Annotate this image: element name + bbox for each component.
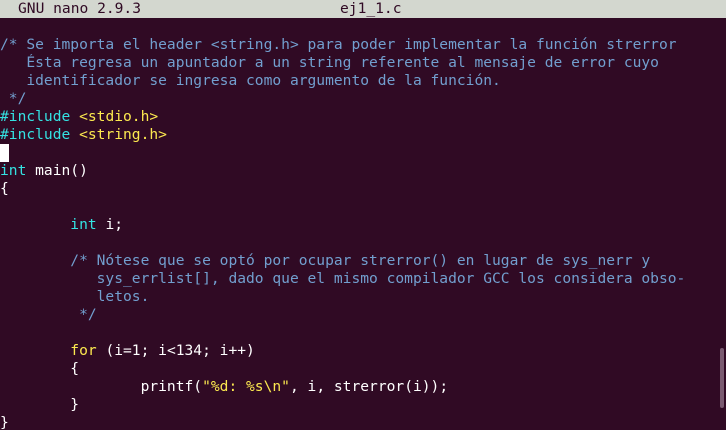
type-keyword: int xyxy=(0,162,27,179)
code-line: int main() xyxy=(0,162,712,180)
include-path: <stdio.h> xyxy=(70,108,159,125)
scrollbar[interactable] xyxy=(714,18,726,430)
code-line: /* Nótese que se optó por ocupar strerro… xyxy=(0,252,712,270)
preprocessor-directive: #include xyxy=(0,108,71,125)
code-line: { xyxy=(0,360,712,378)
editor-buffer[interactable]: /* Se importa el header <string.h> para … xyxy=(0,36,712,430)
code-text: , i, strerror(i)); xyxy=(289,378,449,395)
comment-text: /* Se importa el header <string.h> para … xyxy=(0,36,677,53)
comment-text: /* Nótese que se optó por ocupar strerro… xyxy=(0,252,651,269)
code-text: i; xyxy=(96,216,124,233)
code-text: { xyxy=(0,360,80,377)
code-line: Ésta regresa un apuntador a un string re… xyxy=(0,54,712,72)
scrollbar-thumb[interactable] xyxy=(720,348,724,408)
code-line: sys_errlist[], dado que el mismo compila… xyxy=(0,270,712,288)
cursor-line xyxy=(0,144,712,162)
code-line: } xyxy=(0,396,712,414)
code-line: */ xyxy=(0,90,712,108)
comment-text: identificador se ingresa como argumento … xyxy=(0,72,501,89)
code-text: } xyxy=(0,414,9,430)
comment-text: */ xyxy=(0,306,97,323)
code-line: int i; xyxy=(0,216,712,234)
code-text: { xyxy=(0,180,9,197)
string-literal: "%d: %s\n" xyxy=(202,378,290,395)
include-path: <string.h> xyxy=(70,126,167,143)
for-keyword: for xyxy=(70,342,97,359)
app-version-label: GNU nano 2.9.3 xyxy=(18,0,142,17)
code-line: } xyxy=(0,414,712,430)
code-line: letos. xyxy=(0,288,712,306)
preprocessor-directive: #include xyxy=(0,126,71,143)
code-line: */ xyxy=(0,306,712,324)
code-line: for (i=1; i<134; i++) xyxy=(0,342,712,360)
comment-text: sys_errlist[], dado que el mismo compila… xyxy=(0,270,686,287)
nano-titlebar: GNU nano 2.9.3 ej1_1.c xyxy=(0,0,726,18)
code-text: } xyxy=(0,396,80,413)
filename-label: ej1_1.c xyxy=(340,0,402,17)
code-line: #include <string.h> xyxy=(0,126,712,144)
code-line: identificador se ingresa como argumento … xyxy=(0,72,712,90)
code-line: { xyxy=(0,180,712,198)
code-text: printf( xyxy=(0,378,203,395)
comment-text: letos. xyxy=(0,288,150,305)
comment-text: Ésta regresa un apuntador a un string re… xyxy=(0,54,659,71)
text-cursor xyxy=(0,144,9,162)
comment-text: */ xyxy=(0,90,27,107)
code-text: main() xyxy=(26,162,88,179)
code-line: printf("%d: %s\n", i, strerror(i)); xyxy=(0,378,712,396)
code-line: #include <stdio.h> xyxy=(0,108,712,126)
code-text: (i=1; i<134; i++) xyxy=(96,342,255,359)
code-line: /* Se importa el header <string.h> para … xyxy=(0,36,712,54)
type-keyword: int xyxy=(70,216,97,233)
